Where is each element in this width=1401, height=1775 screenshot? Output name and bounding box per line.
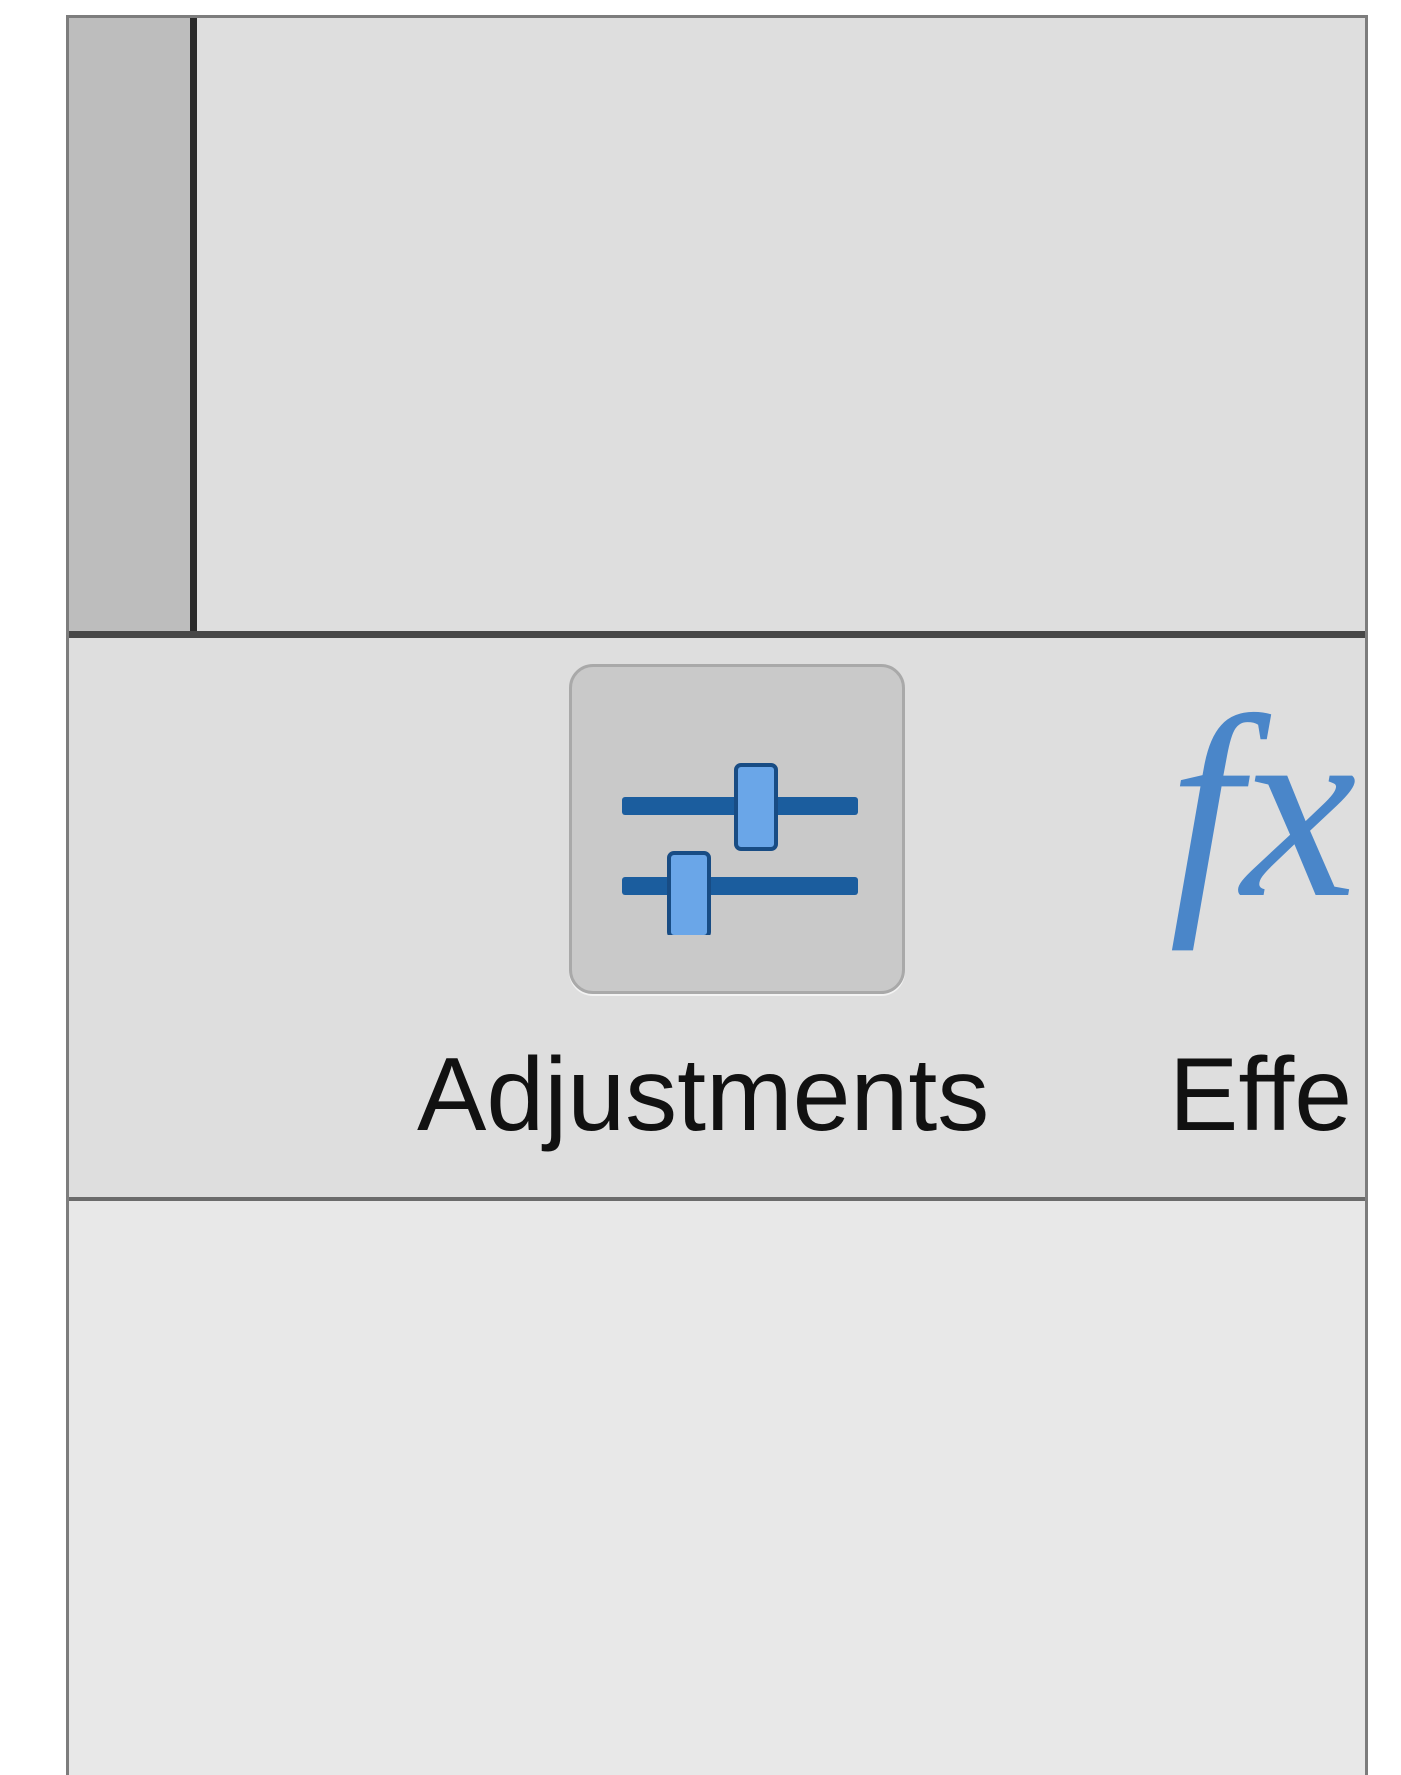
effects-label: Effe (1169, 1037, 1353, 1153)
lower-panel (69, 1201, 1365, 1775)
adjustments-label: Adjustments (417, 1037, 990, 1153)
left-panel-strip (69, 18, 197, 631)
toolbar: Adjustments fx Effe (69, 638, 1365, 1201)
adjustments-button[interactable] (569, 664, 905, 994)
effects-tool[interactable]: fx Effe (1169, 638, 1365, 1197)
app-window: Adjustments fx Effe (66, 15, 1368, 1775)
effects-fx-icon: fx (1169, 664, 1357, 952)
adjustments-tool[interactable]: Adjustments (417, 638, 1077, 1197)
top-panel (69, 18, 1365, 638)
